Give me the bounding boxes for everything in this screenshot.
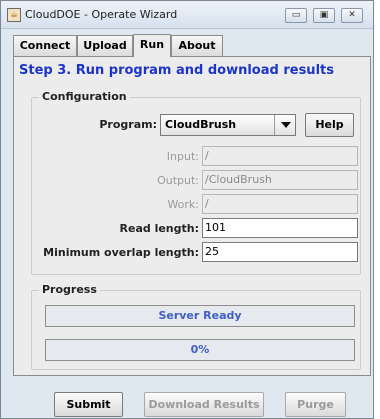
maximize-icon[interactable]: ▣ bbox=[313, 8, 335, 23]
tab-connect[interactable]: Connect bbox=[13, 35, 77, 56]
configuration-group: Configuration Program: CloudBrush Help I… bbox=[31, 90, 361, 275]
work-label: Work: bbox=[167, 198, 199, 211]
chevron-down-icon[interactable] bbox=[274, 115, 295, 135]
program-select-value: CloudBrush bbox=[165, 118, 237, 131]
read-length-label: Read length: bbox=[119, 222, 199, 235]
progress-bar: 0% bbox=[45, 339, 355, 361]
work-field: / bbox=[202, 194, 358, 214]
help-button[interactable]: Help bbox=[305, 113, 354, 137]
min-overlap-input[interactable]: 25 bbox=[202, 242, 358, 262]
run-panel: Step 3. Run program and download results… bbox=[13, 56, 371, 376]
program-label: Program: bbox=[99, 118, 157, 131]
tab-upload[interactable]: Upload bbox=[77, 35, 133, 56]
close-icon[interactable]: ✕ bbox=[341, 8, 363, 23]
purge-button[interactable]: Purge bbox=[285, 392, 346, 417]
minimize-icon[interactable]: ▭ bbox=[285, 8, 307, 23]
tab-run[interactable]: Run bbox=[133, 34, 171, 57]
output-field: /CloudBrush bbox=[202, 170, 358, 190]
min-overlap-label: Minimum overlap length: bbox=[43, 246, 199, 259]
progress-group: Progress Server Ready 0% bbox=[31, 283, 361, 370]
progress-percent: 0% bbox=[190, 343, 210, 356]
download-results-button[interactable]: Download Results bbox=[144, 392, 264, 417]
status-bar: Server Ready bbox=[45, 305, 355, 327]
configuration-label: Configuration bbox=[39, 90, 130, 103]
input-label: Input: bbox=[166, 150, 199, 163]
step-title: Step 3. Run program and download results bbox=[19, 63, 334, 78]
java-cup-icon: ☕ bbox=[7, 8, 21, 22]
progress-label: Progress bbox=[39, 283, 100, 296]
tab-about[interactable]: About bbox=[171, 35, 223, 56]
submit-button[interactable]: Submit bbox=[54, 392, 123, 417]
input-field: / bbox=[202, 146, 358, 166]
output-label: Output: bbox=[157, 174, 199, 187]
read-length-input[interactable]: 101 bbox=[202, 218, 358, 238]
program-select[interactable]: CloudBrush bbox=[160, 114, 296, 136]
title-bar[interactable]: ☕ CloudDOE - Operate Wizard ▭ ▣ ✕ bbox=[1, 1, 373, 29]
app-window: ☕ CloudDOE - Operate Wizard ▭ ▣ ✕ Connec… bbox=[0, 0, 374, 419]
window-title: CloudDOE - Operate Wizard bbox=[25, 8, 178, 21]
